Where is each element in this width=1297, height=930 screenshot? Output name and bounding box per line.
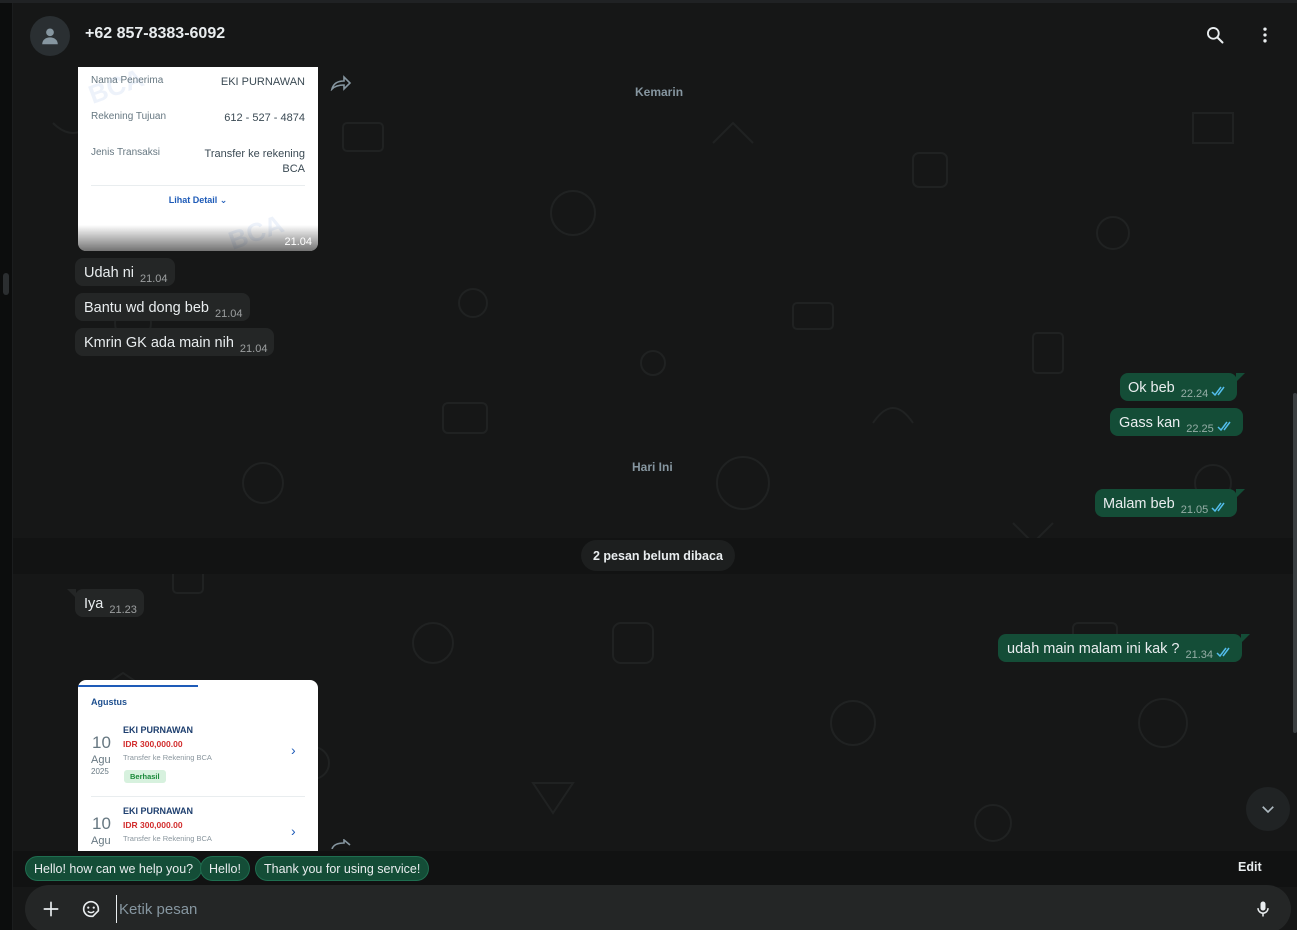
double-check-read-icon xyxy=(1216,647,1230,657)
message-composer xyxy=(25,885,1291,930)
chat-panel: +62 857-8383-6092 BCA BCA Nama Penerima … xyxy=(13,3,1297,930)
message-time: 21.04 xyxy=(139,273,168,285)
tx-month: Agu xyxy=(91,754,111,766)
tx-day: 10 xyxy=(92,814,111,833)
tx-amount: IDR 300,000.00 xyxy=(123,739,183,749)
scroll-to-bottom-button[interactable] xyxy=(1246,787,1290,831)
more-vert-icon[interactable] xyxy=(1253,23,1277,47)
message-time: 22.24 xyxy=(1180,388,1209,400)
message-outgoing[interactable]: Malam beb 21.05 xyxy=(1095,489,1246,517)
receipt-value: 612 - 527 - 4874 xyxy=(224,112,305,124)
contact-avatar[interactable] xyxy=(30,16,70,56)
message-text: Bantu wd dong beb xyxy=(84,300,209,316)
message-input[interactable] xyxy=(116,895,1216,923)
panel-resize-handle[interactable] xyxy=(3,273,9,295)
tx-status-badge: Berhasil xyxy=(124,770,166,783)
quick-reply-chip[interactable]: Thank you for using service! xyxy=(255,856,430,881)
default-user-icon xyxy=(42,28,58,45)
double-check-read-icon xyxy=(1217,421,1231,431)
message-text: udah main malam ini kak ? xyxy=(1007,641,1180,657)
chevron-down-icon xyxy=(1262,806,1274,814)
message-outgoing[interactable]: Gass kan 22.25 xyxy=(1110,408,1243,436)
message-time: 22.25 xyxy=(1186,423,1214,435)
tx-desc: Transfer ke Rekening BCA xyxy=(123,753,212,762)
unread-messages-divider: 2 pesan belum dibaca xyxy=(581,540,735,571)
tx-year: 2025 xyxy=(91,767,109,776)
tx-name: EKI PURNAWAN xyxy=(123,725,194,735)
message-incoming[interactable]: Kmrin GK ada main nih 21.04 xyxy=(75,328,275,356)
bubble-tail xyxy=(1236,489,1246,498)
double-check-read-icon xyxy=(1211,386,1225,396)
chevron-right-icon[interactable]: › xyxy=(291,742,296,758)
receipt-value: BCA xyxy=(282,163,305,175)
tx-day: 10 xyxy=(92,733,111,752)
message-time: 21.23 xyxy=(109,604,137,616)
double-check-read-icon xyxy=(1211,502,1225,512)
image-message-transfer-receipt[interactable]: BCA BCA Nama Penerima EKI PURNAWAN Reken… xyxy=(78,67,318,251)
message-time: 21.04 xyxy=(214,308,243,320)
chat-header[interactable]: +62 857-8383-6092 xyxy=(13,3,1297,67)
message-time: 21.04 xyxy=(239,343,268,355)
bubble-tail xyxy=(67,589,76,598)
date-divider-yesterday: Kemarin xyxy=(635,85,684,99)
chevron-down-icon: ⌄ xyxy=(219,195,228,205)
bca-watermark: BCA xyxy=(84,67,148,110)
message-incoming[interactable]: Udah ni 21.04 xyxy=(75,258,175,286)
forward-icon[interactable] xyxy=(330,75,352,91)
tx-month: Agu xyxy=(91,835,111,847)
image-shade xyxy=(78,225,318,251)
message-text: Kmrin GK ada main nih xyxy=(84,335,234,351)
sticker-emoji-icon[interactable] xyxy=(79,897,103,921)
bubble-tail xyxy=(1241,634,1251,643)
edit-quick-replies-button[interactable]: Edit xyxy=(1238,860,1262,874)
receipt-divider xyxy=(91,185,305,186)
message-incoming[interactable]: Bantu wd dong beb 21.04 xyxy=(75,293,250,321)
forward-icon[interactable] xyxy=(330,839,352,849)
message-text: Iya xyxy=(84,596,104,612)
chevron-right-icon[interactable]: › xyxy=(291,823,296,839)
tab-indicator xyxy=(78,685,198,687)
image-message-transaction-history[interactable]: Agustus 10 Agu 2025 EKI PURNAWAN IDR 300… xyxy=(78,680,318,851)
quick-reply-chip[interactable]: Hello! xyxy=(200,856,250,881)
receipt-value: Transfer ke rekening xyxy=(204,148,305,160)
quick-reply-chip[interactable]: Hello! how can we help you? xyxy=(25,856,203,881)
message-time: 21.04 xyxy=(284,236,312,248)
receipt-value: EKI PURNAWAN xyxy=(220,76,305,88)
month-label: Agustus xyxy=(91,697,127,707)
message-time: 21.34 xyxy=(1185,649,1214,661)
date-divider-today: Hari Ini xyxy=(632,460,673,474)
message-text: Malam beb xyxy=(1103,496,1175,512)
detail-link[interactable]: Lihat Detail ⌄ xyxy=(78,195,318,206)
message-text: Gass kan xyxy=(1119,415,1181,431)
tx-divider xyxy=(91,796,305,797)
tx-desc: Transfer ke Rekening BCA xyxy=(123,834,212,843)
message-outgoing[interactable]: udah main malam ini kak ? 21.34 xyxy=(998,634,1251,662)
microphone-icon[interactable] xyxy=(1251,897,1275,921)
bubble-tail xyxy=(1236,373,1246,382)
tx-name: EKI PURNAWAN xyxy=(123,806,194,816)
message-outgoing[interactable]: Ok beb 22.24 xyxy=(1120,373,1246,401)
tx-amount: IDR 300,000.00 xyxy=(123,820,183,830)
message-text: Udah ni xyxy=(84,265,134,281)
message-incoming[interactable]: Iya 21.23 xyxy=(67,589,144,617)
plus-icon[interactable] xyxy=(39,897,63,921)
contact-name[interactable]: +62 857-8383-6092 xyxy=(85,25,225,43)
message-time: 21.05 xyxy=(1180,504,1209,516)
chat-scrollbar[interactable] xyxy=(1293,393,1297,733)
search-icon[interactable] xyxy=(1203,23,1227,47)
message-text: Ok beb xyxy=(1128,380,1175,396)
left-panel-edge xyxy=(0,3,13,930)
